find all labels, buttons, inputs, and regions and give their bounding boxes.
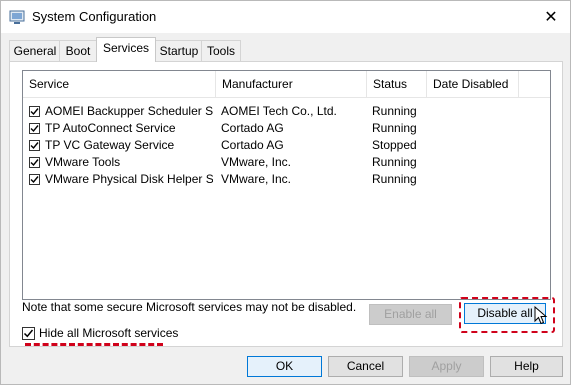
mouse-cursor-icon bbox=[534, 305, 548, 329]
service-manufacturer: VMware, Inc. bbox=[221, 155, 292, 169]
services-panel: Service Manufacturer Status Date Disable… bbox=[9, 61, 563, 347]
window-title: System Configuration bbox=[32, 9, 157, 24]
checkbox-checked-icon bbox=[30, 159, 39, 167]
column-header-status[interactable]: Status bbox=[367, 71, 427, 97]
checkbox-checked-icon bbox=[23, 329, 34, 338]
service-checkbox[interactable] bbox=[29, 123, 40, 134]
help-button[interactable]: Help bbox=[490, 356, 563, 377]
note-text: Note that some secure Microsoft services… bbox=[22, 300, 357, 314]
checkbox-checked-icon bbox=[30, 142, 39, 150]
tab-startup[interactable]: Startup bbox=[155, 40, 203, 61]
services-list[interactable]: Service Manufacturer Status Date Disable… bbox=[22, 70, 551, 300]
service-checkbox[interactable] bbox=[29, 157, 40, 168]
service-manufacturer: Cortado AG bbox=[221, 121, 284, 135]
service-date-disabled bbox=[432, 154, 522, 171]
hide-ms-label[interactable]: Hide all Microsoft services bbox=[39, 326, 178, 340]
column-header-date-disabled[interactable]: Date Disabled bbox=[427, 71, 519, 97]
service-date-disabled bbox=[432, 103, 522, 120]
tab-boot[interactable]: Boot bbox=[59, 40, 97, 61]
apply-button[interactable]: Apply bbox=[409, 356, 484, 377]
close-button[interactable]: ✕ bbox=[532, 1, 570, 33]
service-manufacturer: AOMEI Tech Co., Ltd. bbox=[221, 104, 337, 118]
service-checkbox[interactable] bbox=[29, 140, 40, 151]
table-row[interactable]: TP VC Gateway Service Cortado AG Stopped bbox=[23, 137, 550, 154]
table-row[interactable]: VMware Tools VMware, Inc. Running bbox=[23, 154, 550, 171]
service-manufacturer: VMware, Inc. bbox=[221, 172, 292, 186]
service-date-disabled bbox=[432, 120, 522, 137]
title-bar: System Configuration ✕ bbox=[1, 1, 570, 33]
service-name: AOMEI Backupper Scheduler Ser... bbox=[45, 104, 213, 118]
service-name: TP AutoConnect Service bbox=[45, 121, 176, 135]
table-row[interactable]: VMware Physical Disk Helper Ser... VMwar… bbox=[23, 171, 550, 188]
service-checkbox[interactable] bbox=[29, 106, 40, 117]
ok-button[interactable]: OK bbox=[247, 356, 322, 377]
column-header-service[interactable]: Service bbox=[23, 71, 216, 97]
service-status: Running bbox=[372, 121, 417, 135]
checkbox-checked-icon bbox=[30, 108, 39, 116]
system-config-icon bbox=[9, 9, 25, 25]
service-checkbox[interactable] bbox=[29, 174, 40, 185]
enable-all-button[interactable]: Enable all bbox=[369, 304, 452, 325]
tab-services[interactable]: Services bbox=[96, 37, 156, 62]
cancel-button[interactable]: Cancel bbox=[328, 356, 403, 377]
tab-general[interactable]: General bbox=[9, 40, 61, 61]
tab-tools[interactable]: Tools bbox=[201, 40, 241, 61]
service-status: Running bbox=[372, 155, 417, 169]
service-date-disabled bbox=[432, 171, 522, 188]
service-name: VMware Physical Disk Helper Ser... bbox=[45, 172, 213, 186]
service-status: Stopped bbox=[372, 138, 417, 152]
list-header: Service Manufacturer Status Date Disable… bbox=[23, 71, 550, 98]
service-name: TP VC Gateway Service bbox=[45, 138, 175, 152]
service-status: Running bbox=[372, 172, 417, 186]
table-row[interactable]: AOMEI Backupper Scheduler Ser... AOMEI T… bbox=[23, 103, 550, 120]
service-manufacturer: Cortado AG bbox=[221, 138, 284, 152]
dialog-footer: OK Cancel Apply Help bbox=[1, 346, 570, 384]
service-date-disabled bbox=[432, 137, 522, 154]
column-header-manufacturer[interactable]: Manufacturer bbox=[216, 71, 367, 97]
service-status: Running bbox=[372, 104, 417, 118]
close-icon: ✕ bbox=[544, 9, 558, 26]
system-configuration-window: System Configuration ✕ General Boot Serv… bbox=[0, 0, 571, 385]
hide-ms-checkbox[interactable] bbox=[22, 327, 35, 340]
service-name: VMware Tools bbox=[45, 155, 121, 169]
checkbox-checked-icon bbox=[30, 176, 39, 184]
checkbox-checked-icon bbox=[30, 125, 39, 133]
table-row[interactable]: TP AutoConnect Service Cortado AG Runnin… bbox=[23, 120, 550, 137]
